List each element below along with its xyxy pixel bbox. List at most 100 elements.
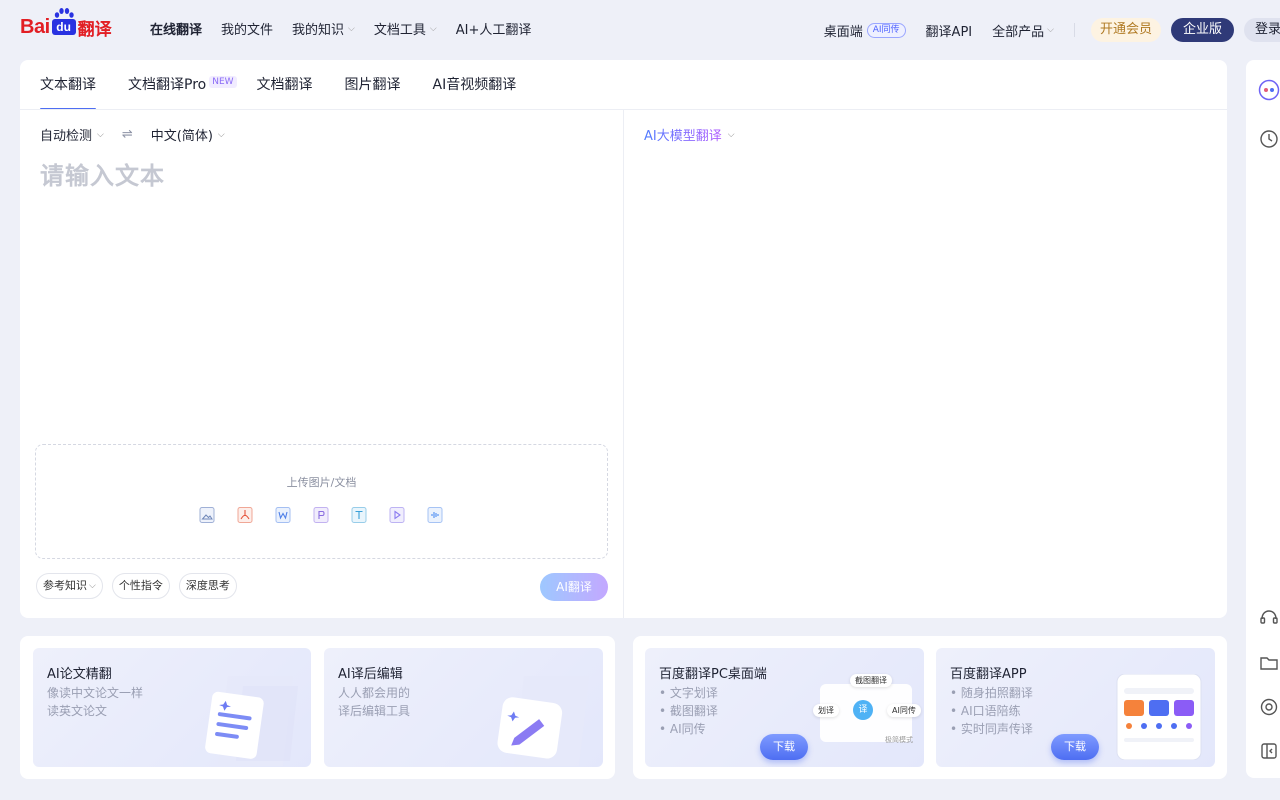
promo-mobile-app[interactable]: 百度翻译APP • 随身拍照翻译 • AI口语陪练 • 实时同声传译 下载 (936, 648, 1215, 767)
chip-label: 个性指令 (118, 579, 163, 592)
chevron-down-icon: ⌵ (89, 581, 96, 591)
promo-desc-line: 像读中文论文一样 (47, 686, 144, 700)
translate-icon: 译 (853, 700, 873, 720)
ai-tools-promos: AI论文精翻 像读中文论文一样 读英文论文 AI译后编辑 人人都会用的 译后编辑… (20, 636, 615, 779)
promo-desc-line: 译后编辑工具 (338, 704, 411, 718)
products-label: 全部产品 (992, 24, 1045, 40)
tab-label: 文档翻译 (256, 77, 313, 93)
promo-desc-line: • 实时同声传译 (950, 722, 1033, 736)
collapse-panel-icon[interactable] (1257, 739, 1280, 763)
pane-divider (623, 110, 624, 618)
image-file-icon[interactable] (197, 505, 217, 525)
logo-du-box: du (51, 19, 76, 35)
promo-desc-line: • 截图翻译 (659, 704, 718, 718)
vip-button[interactable]: 开通会员 (1090, 18, 1161, 42)
nav-my-files[interactable]: 我的文件 (221, 19, 273, 38)
upload-label: 上传图片/文档 (286, 476, 357, 489)
phone-app-preview-icon (1116, 674, 1202, 760)
chevron-down-icon: ⌵ (1047, 25, 1054, 35)
promo-description: 像读中文论文一样 读英文论文 (47, 684, 143, 720)
edit-illustration-icon (497, 676, 589, 766)
tab-text-translate[interactable]: 文本翻译 (40, 60, 96, 110)
tab-doc-translate[interactable]: 文档翻译 (257, 60, 313, 110)
model-select[interactable]: AI大模型翻译 ⌵ (644, 125, 735, 144)
swap-languages-icon[interactable]: ⇌ (122, 127, 133, 142)
reference-knowledge-button[interactable]: 参考知识 ⌵ (36, 573, 103, 599)
logo-bai: Bai (20, 15, 50, 38)
all-products-menu[interactable]: 全部产品 ⌵ (992, 21, 1054, 40)
promo-desc-line: • AI口语陪练 (950, 704, 1021, 718)
tab-av-translate[interactable]: AI音视频翻译 (433, 60, 517, 110)
nav-doc-tools[interactable]: 文档工具 ⌵ (374, 19, 437, 38)
ai-translate-button[interactable]: AI翻译 (540, 573, 608, 601)
promo-ai-paper-translate[interactable]: AI论文精翻 像读中文论文一样 读英文论文 (33, 648, 311, 767)
chip-label: 深度思考 (185, 579, 230, 592)
promo-ai-post-edit[interactable]: AI译后编辑 人人都会用的 译后编辑工具 (324, 648, 603, 767)
customer-service-icon[interactable] (1257, 606, 1280, 630)
promo-title: 百度翻译APP (950, 667, 1027, 682)
chevron-down-icon: ⌵ (348, 23, 355, 34)
screenshot-translate-chip: 截图翻译 (850, 674, 892, 687)
chevron-down-icon: ⌵ (97, 129, 104, 140)
enterprise-button[interactable]: 企业版 (1170, 18, 1234, 42)
baidu-translate-logo[interactable]: Bai du 翻译 (20, 8, 112, 42)
minimal-mode-label: 极简模式 (885, 736, 913, 744)
nav-ai-human-translate[interactable]: AI+人工翻译 (456, 19, 532, 38)
promo-title: AI论文精翻 (47, 667, 112, 682)
folder-icon[interactable] (1257, 651, 1280, 675)
promo-desc-line: • 随身拍照翻译 (950, 686, 1033, 700)
promo-desc-line: • 文字划译 (659, 686, 718, 700)
chevron-down-icon: ⌵ (429, 23, 437, 34)
nav-label: 在线翻译 (150, 23, 203, 38)
promo-desc-line: 人人都会用的 (338, 686, 411, 700)
source-language-label: 自动检测 (40, 129, 93, 144)
txt-file-icon[interactable] (349, 505, 369, 525)
nav-label: AI+人工翻译 (455, 23, 532, 38)
right-side-rail (1246, 60, 1280, 778)
source-language-select[interactable]: 自动检测 ⌵ (40, 125, 104, 144)
logo-fanyi: 翻译 (77, 19, 112, 40)
download-app-button[interactable]: 下载 (1051, 734, 1099, 760)
target-language-select[interactable]: 中文(简体) ⌵ (151, 125, 225, 144)
promo-description: 人人都会用的 译后编辑工具 (338, 684, 410, 720)
nav-divider (1073, 23, 1075, 37)
download-pc-button[interactable]: 下载 (760, 734, 808, 760)
desktop-app-link[interactable]: 桌面端 AI同传 (824, 21, 906, 40)
target-language-label: 中文(简体) (150, 129, 213, 144)
ai-interp-badge: AI同传 (866, 22, 906, 38)
nav-online-translate[interactable]: 在线翻译 (150, 19, 202, 38)
tab-label: AI音视频翻译 (432, 77, 517, 93)
history-clock-icon[interactable] (1257, 127, 1280, 151)
word-file-icon[interactable] (273, 505, 293, 525)
promo-title: 百度翻译PC桌面端 (659, 667, 767, 682)
nav-my-knowledge[interactable]: 我的知识 ⌵ (292, 19, 355, 38)
promo-description: • 随身拍照翻译 • AI口语陪练 • 实时同声传译 (950, 684, 1033, 738)
api-label: 翻译API (925, 24, 973, 40)
video-file-icon[interactable] (387, 505, 407, 525)
chevron-down-icon: ⌵ (217, 129, 225, 140)
tab-image-translate[interactable]: 图片翻译 (345, 60, 401, 110)
audio-file-icon[interactable] (425, 505, 445, 525)
promo-pc-desktop[interactable]: 百度翻译PC桌面端 • 文字划译 • 截图翻译 • AI同传 截图翻译 划译 A… (645, 648, 924, 767)
ppt-file-icon[interactable] (311, 505, 331, 525)
logo-du-paw: du (51, 8, 76, 37)
highlight-translate-chip: 划译 (813, 704, 839, 717)
translation-options: 参考知识 ⌵ 个性指令 深度思考 (36, 573, 246, 599)
translate-api-link[interactable]: 翻译API (926, 21, 973, 40)
main-nav: 在线翻译 我的文件 我的知识 ⌵ 文档工具 ⌵ AI+人工翻译 (150, 19, 550, 38)
ai-assistant-icon[interactable] (1257, 78, 1280, 102)
promo-title: AI译后编辑 (338, 667, 403, 682)
promo-desc-line: 读英文论文 (47, 704, 108, 718)
deep-thinking-toggle[interactable]: 深度思考 (178, 573, 237, 599)
tab-label: 图片翻译 (344, 77, 401, 93)
custom-instruction-button[interactable]: 个性指令 (111, 573, 170, 599)
tab-doc-translate-pro[interactable]: 文档翻译Pro NEW (128, 60, 237, 110)
source-text-input[interactable]: 请输入文本 (40, 156, 165, 191)
top-navigation-bar: Bai du 翻译 在线翻译 我的文件 我的知识 ⌵ 文档工具 ⌵ AI+人工翻译 … (0, 0, 1280, 60)
pdf-file-icon[interactable] (235, 505, 255, 525)
login-button[interactable]: 登录 (1244, 18, 1280, 42)
language-selector-row: 自动检测 ⌵ ⇌ 中文(简体) ⌵ (40, 125, 225, 144)
settings-icon[interactable] (1257, 695, 1280, 719)
upload-dropzone[interactable]: 上传图片/文档 (35, 444, 608, 559)
right-nav: 桌面端 AI同传 翻译API 全部产品 ⌵ 开通会员 企业版 登录 (824, 18, 1280, 42)
